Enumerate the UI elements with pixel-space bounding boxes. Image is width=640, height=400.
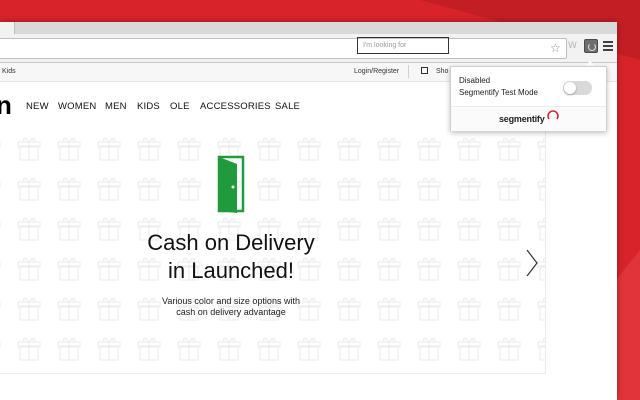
toggle-knob[interactable] [564,82,576,94]
nav-item-men[interactable]: MEN [105,101,127,112]
subtext-line-1: Various color and size options with [162,296,300,306]
nav-item-new[interactable]: NEW [26,101,49,112]
test-mode-label: Segmentify Test Mode [459,88,539,97]
door-icon [217,155,245,213]
search-input[interactable]: I'm looking for [357,37,449,54]
login-register-link[interactable]: Login/Register [354,68,399,75]
extension-popup: Disabled Segmentify Test Mode segmentify [450,66,607,131]
nav-item-accessories[interactable]: ACCESSORIES [200,101,271,112]
popup-footer: segmentify [451,106,606,131]
shop-link[interactable]: Sho [436,68,448,75]
hero-subtext: Various color and size options with cash… [126,296,336,318]
divider [408,65,409,78]
shopping-bag-icon[interactable] [421,67,428,74]
nav-item-sale[interactable]: SALE [275,101,300,112]
test-mode-toggle[interactable] [563,81,592,95]
next-arrow-icon[interactable] [525,248,539,278]
segmentify-logo: segmentify [499,114,545,124]
nav-item-women[interactable]: WOMEN [58,101,96,112]
tab-strip [0,22,617,34]
nav-item-kids[interactable]: KIDS [137,101,160,112]
nav-item-ole[interactable]: OLE [170,101,190,112]
subtext-line-2: cash on delivery advantage [176,307,286,317]
address-bar[interactable]: ☆ [0,38,567,59]
segmentify-swoosh-icon [547,110,559,120]
headline-line-1: Cash on Delivery [147,230,315,255]
kids-link[interactable]: Kids [2,68,16,75]
star-icon[interactable]: ☆ [550,41,561,55]
menu-icon[interactable] [603,41,613,51]
status-text: Disabled [459,76,491,85]
site-logo[interactable]: n [0,90,12,121]
browser-toolbar: ☆ W [0,34,617,63]
browser-tab[interactable] [0,22,15,34]
hero-headline: Cash on Delivery in Launched! [96,229,366,285]
segmentify-extension-icon[interactable] [584,39,598,53]
headline-line-2: in Launched! [168,258,294,283]
extension-w-icon[interactable]: W [568,41,578,53]
